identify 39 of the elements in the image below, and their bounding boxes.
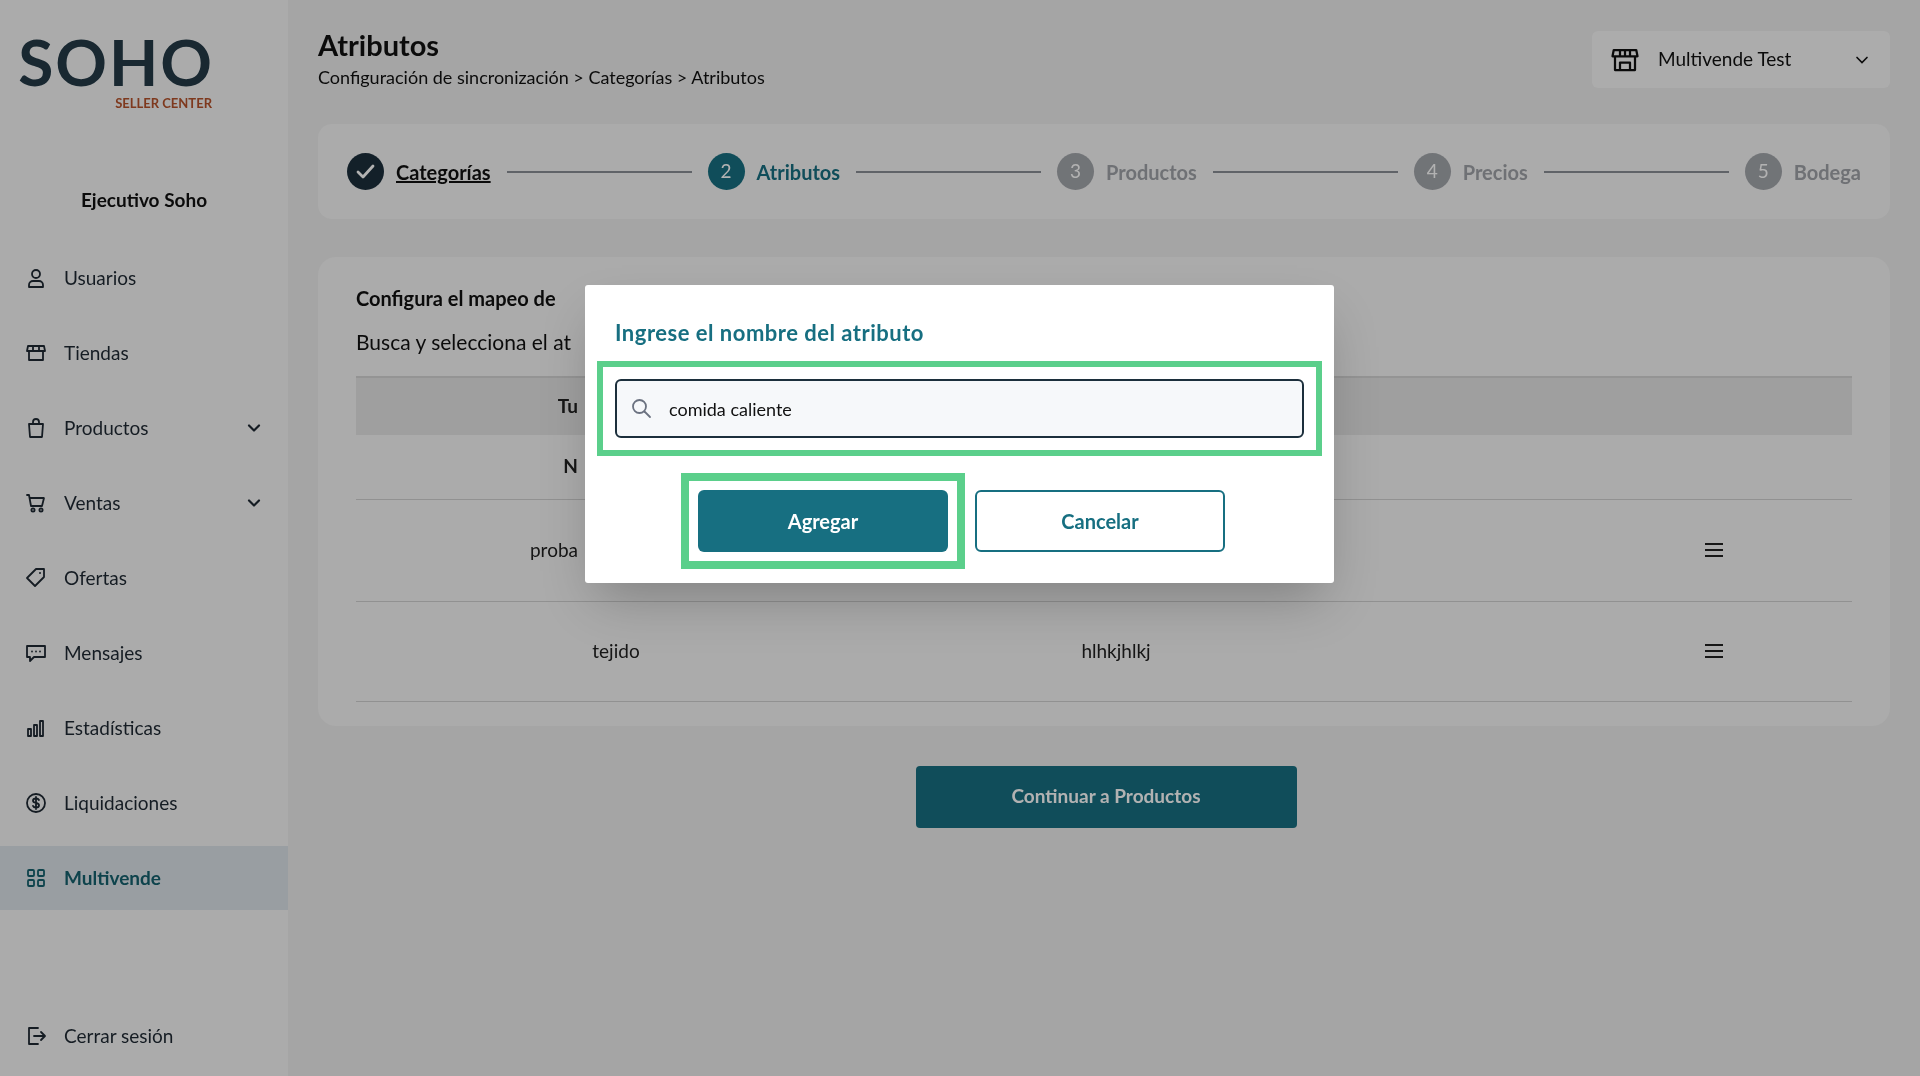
tag-icon	[24, 566, 48, 590]
step-number: 3	[1057, 153, 1094, 190]
sidebar-item[interactable]: Estadísticas	[0, 696, 288, 760]
store-selector[interactable]: Multivende Test	[1592, 31, 1890, 88]
sidebar-item[interactable]: Mensajes	[0, 621, 288, 685]
dollar-icon	[24, 791, 48, 815]
breadcrumb: Configuración de sincronización > Categorías > Atributos	[318, 65, 765, 90]
logo-wordmark: SOHO	[18, 34, 214, 90]
card-heading: Configura el mapeo de	[356, 285, 557, 312]
cancel-button[interactable]: Cancelar	[975, 490, 1225, 552]
cart-icon	[24, 491, 48, 515]
logo-tagline: SELLER CENTER	[115, 94, 212, 113]
card-subtitle: Busca y selecciona el at	[356, 328, 571, 356]
step-number: 4	[1413, 153, 1451, 190]
table-cell-text: Tu	[557, 392, 578, 419]
table-cell-text: hlhkjhlkj	[1081, 637, 1151, 664]
sidebar-item[interactable]: Productos	[0, 396, 288, 460]
table-cell-text: tejido	[592, 637, 640, 664]
add-button[interactable]: Agregar	[698, 490, 948, 552]
sidebar-item[interactable]: Usuarios	[0, 246, 288, 310]
user-name: Ejecutivo Soho	[79, 186, 209, 213]
page-title: Atributos	[318, 28, 441, 62]
logout-link[interactable]: Cerrar sesión	[0, 1016, 288, 1056]
sidebar-item[interactable]: Multivende	[0, 846, 288, 910]
step-number: 2	[707, 153, 745, 190]
search-field[interactable]: comida caliente	[615, 379, 1304, 438]
continue-button[interactable]: Continuar a Productos	[915, 765, 1297, 828]
dialog-title: Ingrese el nombre del atributo	[615, 319, 925, 347]
grid-icon	[24, 866, 48, 890]
sidebar-item[interactable]: Ofertas	[0, 546, 288, 610]
step-label[interactable]: Atributos	[756, 156, 841, 187]
table-cell-text: proba	[529, 536, 578, 563]
sidebar-item[interactable]: Tiendas	[0, 321, 288, 385]
sidebar-item[interactable]: Ventas	[0, 471, 288, 535]
step-number: 5	[1744, 153, 1782, 190]
sidebar-item[interactable]: Liquidaciones	[0, 771, 288, 835]
table-cell-text: N	[563, 453, 578, 480]
step-label[interactable]: Categorías	[396, 156, 491, 187]
search-icon	[629, 396, 653, 420]
